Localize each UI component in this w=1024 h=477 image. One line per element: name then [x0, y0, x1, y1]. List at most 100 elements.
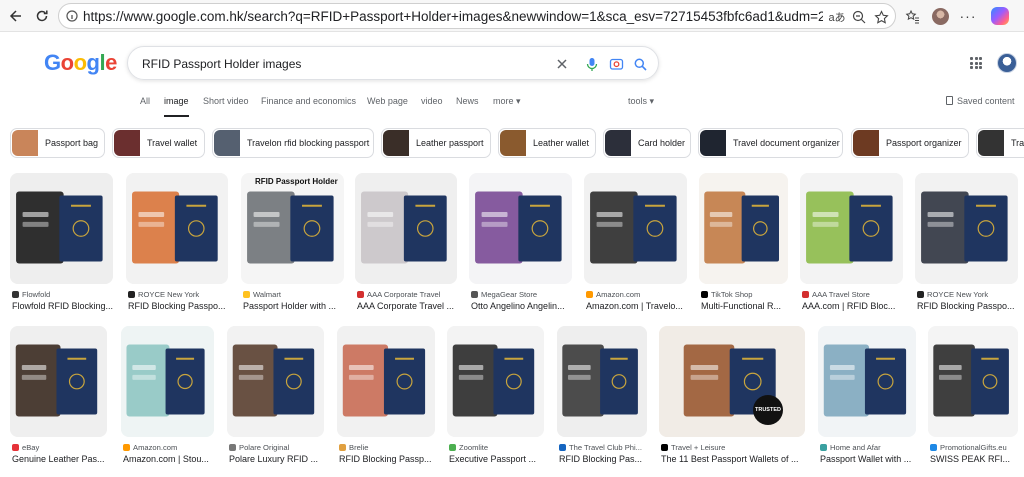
result-title[interactable]: RFID Blocking Passp...	[339, 454, 437, 464]
result-source[interactable]: AAA Corporate Travel	[357, 290, 459, 299]
result-title[interactable]: Flowfold RFID Blocking...	[12, 301, 115, 311]
result-source[interactable]: TikTok Shop	[701, 290, 790, 299]
back-icon[interactable]	[4, 4, 28, 28]
result-title[interactable]: AAA Corporate Travel ...	[357, 301, 459, 311]
result-source[interactable]: PromotionalGifts.eu	[930, 443, 1020, 452]
image-result[interactable]: Polare Original Polare Luxury RFID ...	[227, 326, 324, 471]
favorites-icon[interactable]	[900, 4, 924, 28]
tab-image[interactable]: image	[164, 96, 189, 117]
search-input[interactable]: RFID Passport Holder images	[142, 57, 301, 71]
result-source[interactable]: Home and Afar	[820, 443, 918, 452]
result-title[interactable]: The 11 Best Passport Wallets of ...	[661, 454, 807, 464]
result-source[interactable]: Walmart	[243, 290, 346, 299]
apps-grid-icon[interactable]	[970, 57, 982, 69]
result-title[interactable]: RFID Blocking Passpo...	[917, 301, 1020, 311]
tab-video[interactable]: video	[421, 96, 443, 106]
result-source[interactable]: Brelie	[339, 443, 437, 452]
reload-icon[interactable]	[30, 4, 54, 28]
image-result[interactable]: MegaGear Store Otto Angelino Angelin...	[469, 173, 572, 318]
search-box[interactable]: RFID Passport Holder images	[127, 46, 659, 80]
image-result[interactable]: Flowfold Flowfold RFID Blocking...	[10, 173, 113, 318]
site-info-icon[interactable]	[66, 9, 78, 28]
saved-content-link[interactable]: Saved content	[946, 96, 1015, 106]
result-thumbnail[interactable]	[584, 173, 687, 284]
camera-search-icon[interactable]	[606, 54, 626, 74]
result-thumbnail[interactable]	[928, 326, 1018, 437]
address-bar[interactable]: https://www.google.com.hk/search?q=RFID+…	[58, 3, 896, 29]
result-source[interactable]: Polare Original	[229, 443, 326, 452]
image-result[interactable]: AAA Travel Store AAA.com | RFID Bloc...	[800, 173, 903, 318]
google-account-avatar[interactable]	[997, 53, 1017, 73]
result-thumbnail[interactable]	[10, 173, 113, 284]
result-thumbnail[interactable]	[447, 326, 544, 437]
chip-travel-partial[interactable]: Tra	[976, 128, 1024, 158]
image-result[interactable]: PromotionalGifts.eu SWISS PEAK RFI...	[928, 326, 1018, 471]
result-source[interactable]: Amazon.com	[586, 290, 689, 299]
result-title[interactable]: AAA.com | RFID Bloc...	[802, 301, 905, 311]
result-title[interactable]: SWISS PEAK RFI...	[930, 454, 1020, 464]
result-source[interactable]: ROYCE New York	[128, 290, 230, 299]
result-title[interactable]: Amazon.com | Travelo...	[586, 301, 689, 311]
result-title[interactable]: Otto Angelino Angelin...	[471, 301, 574, 311]
favorite-star-icon[interactable]	[871, 7, 891, 27]
google-logo[interactable]: Google	[44, 50, 117, 76]
result-thumbnail[interactable]	[355, 173, 457, 284]
read-aloud-icon[interactable]: aあ	[827, 7, 847, 27]
result-title[interactable]: Amazon.com | Stou...	[123, 454, 216, 464]
result-thumbnail[interactable]	[126, 173, 228, 284]
image-result[interactable]: The Travel Club Phi... RFID Blocking Pas.…	[557, 326, 647, 471]
microphone-icon[interactable]	[582, 54, 602, 74]
result-thumbnail[interactable]	[469, 173, 572, 284]
result-title[interactable]: RFID Blocking Pas...	[559, 454, 649, 464]
chip-passport-bag[interactable]: Passport bag	[10, 128, 105, 158]
result-thumbnail[interactable]	[121, 326, 214, 437]
result-title[interactable]: Genuine Leather Pas...	[12, 454, 109, 464]
image-result[interactable]: TRUSTED Travel + Leisure The 11 Best Passp…	[659, 326, 805, 471]
result-source[interactable]: AAA Travel Store	[802, 290, 905, 299]
result-title[interactable]: Executive Passport ...	[449, 454, 546, 464]
result-thumbnail[interactable]: RFID Passport Holder	[241, 173, 344, 284]
url-text[interactable]: https://www.google.com.hk/search?q=RFID+…	[83, 9, 823, 24]
result-thumbnail[interactable]	[557, 326, 647, 437]
result-thumbnail[interactable]	[227, 326, 324, 437]
result-title[interactable]: Multi-Functional R...	[701, 301, 790, 311]
zoom-icon[interactable]	[849, 7, 869, 27]
result-title[interactable]: Passport Holder with ...	[243, 301, 346, 311]
result-title[interactable]: RFID Blocking Passpo...	[128, 301, 230, 311]
result-thumbnail[interactable]	[818, 326, 916, 437]
image-result[interactable]: ROYCE New York RFID Blocking Passpo...	[126, 173, 228, 318]
result-source[interactable]: Zoomlite	[449, 443, 546, 452]
chip-passport-organizer[interactable]: Passport organizer	[851, 128, 969, 158]
result-source[interactable]: The Travel Club Phi...	[559, 443, 649, 452]
result-title[interactable]: Polare Luxury RFID ...	[229, 454, 326, 464]
tab-news[interactable]: News	[456, 96, 479, 106]
result-title[interactable]: Passport Wallet with ...	[820, 454, 918, 464]
result-thumbnail[interactable]	[337, 326, 435, 437]
tab-more[interactable]: more ▾	[493, 96, 521, 107]
result-source[interactable]: Travel + Leisure	[661, 443, 807, 452]
result-thumbnail[interactable]: TRUSTED	[659, 326, 805, 437]
image-result[interactable]: Zoomlite Executive Passport ...	[447, 326, 544, 471]
result-source[interactable]: ROYCE New York	[917, 290, 1020, 299]
chip-leather-passport[interactable]: Leather passport	[381, 128, 491, 158]
clear-icon[interactable]	[552, 54, 572, 74]
tab-all[interactable]: All	[140, 96, 150, 106]
image-result[interactable]: Home and Afar Passport Wallet with ...	[818, 326, 916, 471]
result-source[interactable]: Amazon.com	[123, 443, 216, 452]
image-result[interactable]: Amazon.com Amazon.com | Travelo...	[584, 173, 687, 318]
tab-web-page[interactable]: Web page	[367, 96, 408, 106]
image-result[interactable]: RFID Passport Holder Walmart Passport Hold…	[241, 173, 344, 318]
tools-button[interactable]: tools ▾	[628, 96, 654, 107]
chip-travelon[interactable]: Travelon rfid blocking passport	[212, 128, 374, 158]
result-source[interactable]: Flowfold	[12, 290, 115, 299]
image-result[interactable]: TikTok Shop Multi-Functional R...	[699, 173, 788, 318]
result-source[interactable]: MegaGear Store	[471, 290, 574, 299]
chip-travel-document-organizer[interactable]: Travel document organizer	[698, 128, 843, 158]
image-result[interactable]: ROYCE New York RFID Blocking Passpo...	[915, 173, 1018, 318]
result-thumbnail[interactable]	[10, 326, 107, 437]
image-result[interactable]: Brelie RFID Blocking Passp...	[337, 326, 435, 471]
result-thumbnail[interactable]	[800, 173, 903, 284]
chip-card-holder[interactable]: Card holder	[603, 128, 691, 158]
search-icon[interactable]	[630, 54, 650, 74]
chip-travel-wallet[interactable]: Travel wallet	[112, 128, 205, 158]
